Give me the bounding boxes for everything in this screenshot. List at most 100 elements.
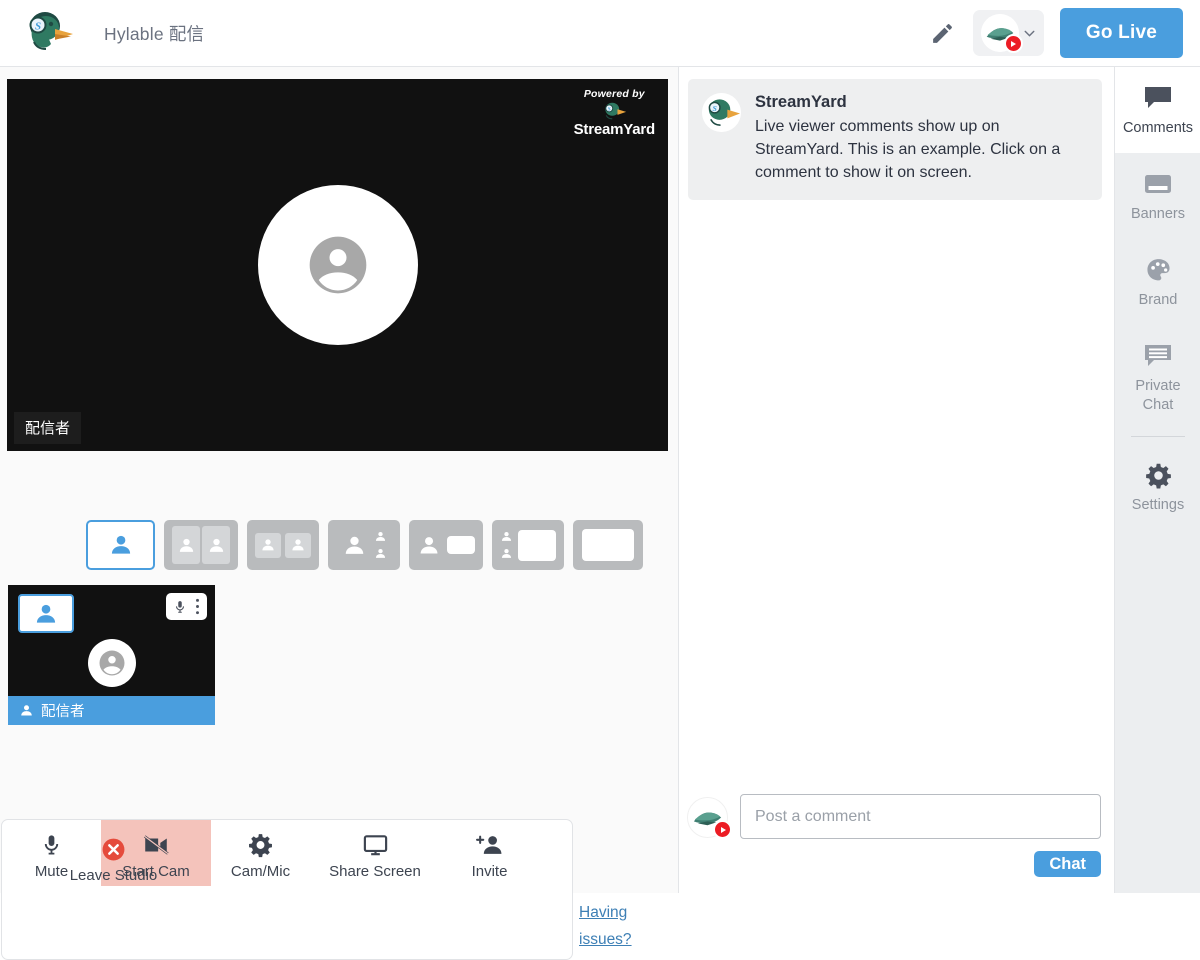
private-chat-icon [1143,342,1173,370]
layout-person-screen-icon[interactable] [409,520,483,570]
screen-glyph [582,529,634,561]
comment-body: StreamYard Live viewer comments show up … [755,93,1086,184]
microphone-icon[interactable] [173,598,187,616]
destination-selector[interactable] [972,10,1044,56]
layout-group-two-icon[interactable] [247,520,319,570]
monitor-icon [363,835,387,856]
sidebar-item-banners[interactable]: Banners [1115,153,1200,239]
svg-text:S: S [713,104,718,113]
participant-name-bar: 配信者 [8,696,215,725]
invite-button[interactable]: Invite [440,820,539,886]
sidebar-item-private-chat[interactable]: Private Chat [1115,325,1200,430]
invite-button-label: Invite [471,863,508,880]
pencil-icon[interactable] [919,9,967,57]
leave-studio-button-label: Leave Studio [69,866,158,884]
comment-icon [1143,84,1173,112]
right-sidebar: Comments Banners Brand Private Chat Sett… [1114,67,1200,893]
streamyard-duck-logo: S [605,102,627,120]
powered-by-watermark: Powered by S StreamYard [573,88,656,138]
participant-name: 配信者 [41,704,85,720]
having-issues-link[interactable]: Having issues? [579,899,649,953]
chevron-down-icon [1024,30,1035,37]
person-glyph [345,536,363,554]
sidebar-item-label: Banners [1130,206,1185,222]
person-placeholder-icon [99,650,124,676]
person-glyph [262,539,274,551]
comment-compose: Chat [679,780,1113,893]
close-circle-icon [102,838,125,860]
svg-text:S: S [608,107,611,113]
layout-split-two-icon[interactable] [164,520,238,570]
person-icon [21,705,32,716]
layout-screen-only-icon[interactable] [573,520,643,570]
person-glyph [375,548,385,558]
person-glyph [501,531,512,541]
powered-by-label: Powered by [583,88,645,100]
leave-studio-button[interactable]: Leave Studio [51,824,176,890]
studio-toolbar: Mute Start Cam Cam/Mic Share Screen Invi… [1,819,573,960]
comment-text: Live viewer comments show up on StreamYa… [755,118,1061,181]
cam-mic-button-label: Cam/Mic [230,863,291,880]
sidebar-item-brand[interactable]: Brand [1115,239,1200,325]
sidebar-item-label: Comments [1122,120,1194,136]
studio-column: Powered by S StreamYard 配信者 配信者 Mute Sta… [0,67,678,960]
person-glyph [375,531,385,541]
top-bar-actions: Go Live [919,8,1200,58]
destination-avatar-wrap [980,14,1023,53]
stage-preview[interactable]: Powered by S StreamYard 配信者 [7,79,668,451]
layout-two-screen-icon[interactable] [492,520,564,570]
pencil-icon-glyph [933,23,953,43]
cam-mic-button[interactable]: Cam/Mic [211,820,310,886]
svg-text:S: S [35,21,41,33]
person-glyph [501,548,512,558]
main-area: Powered by S StreamYard 配信者 配信者 Mute Sta… [0,67,1200,960]
compose-row [687,794,1101,839]
sidebar-item-comments[interactable]: Comments [1115,67,1200,153]
page-title: Hylable 配信 [104,23,205,44]
avatar: S [702,93,741,132]
banner-icon [1143,170,1173,198]
stage-name-tag: 配信者 [14,412,82,444]
person-glyph [36,604,56,623]
participant-avatar [87,639,136,687]
share-screen-button-label: Share Screen [329,863,421,880]
screen-glyph [447,536,475,554]
stage-avatar [257,185,418,345]
person-glyph [292,539,304,551]
person-add-icon [476,835,502,854]
powered-by-brand: StreamYard [573,121,656,138]
person-glyph [209,538,223,552]
tile-controls [166,593,207,620]
layout-picker [86,520,643,570]
youtube-icon [713,820,732,839]
chat-send-button[interactable]: Chat [1034,851,1101,877]
go-live-button[interactable]: Go Live [1059,8,1183,58]
participant-tile[interactable]: 配信者 [8,585,215,725]
sidebar-item-label: Brand [1138,292,1178,308]
layout-solo-glyph [111,535,130,554]
youtube-icon [1003,34,1023,53]
person-glyph [420,536,438,554]
share-screen-button[interactable]: Share Screen [310,820,440,886]
person-glyph [179,538,193,552]
more-vertical-icon[interactable] [195,598,200,615]
top-bar: S Hylable 配信 Go Live [0,0,1200,67]
add-to-stage-icon[interactable] [18,594,74,633]
comment-author: StreamYard [755,93,847,111]
palette-icon [1145,256,1172,284]
compose-avatar-wrap [687,797,732,839]
person-placeholder-icon [309,236,366,294]
streamyard-duck-logo: S [29,12,73,50]
sidebar-item-label: Private Chat [1135,378,1181,413]
comments-panel: S StreamYard Live viewer comments show u… [679,67,1113,893]
gear-icon [1145,461,1172,489]
comment-input[interactable] [740,794,1101,839]
gear-icon [249,834,272,858]
comment-item[interactable]: S StreamYard Live viewer comments show u… [688,79,1102,200]
screen-glyph [518,529,556,561]
sidebar-item-label: Settings [1131,497,1185,513]
sidebar-item-settings[interactable]: Settings [1115,437,1200,530]
layout-leader-two-icon[interactable] [328,520,400,570]
streamyard-duck-logo: S [702,93,741,132]
layout-solo-icon[interactable] [86,520,155,570]
